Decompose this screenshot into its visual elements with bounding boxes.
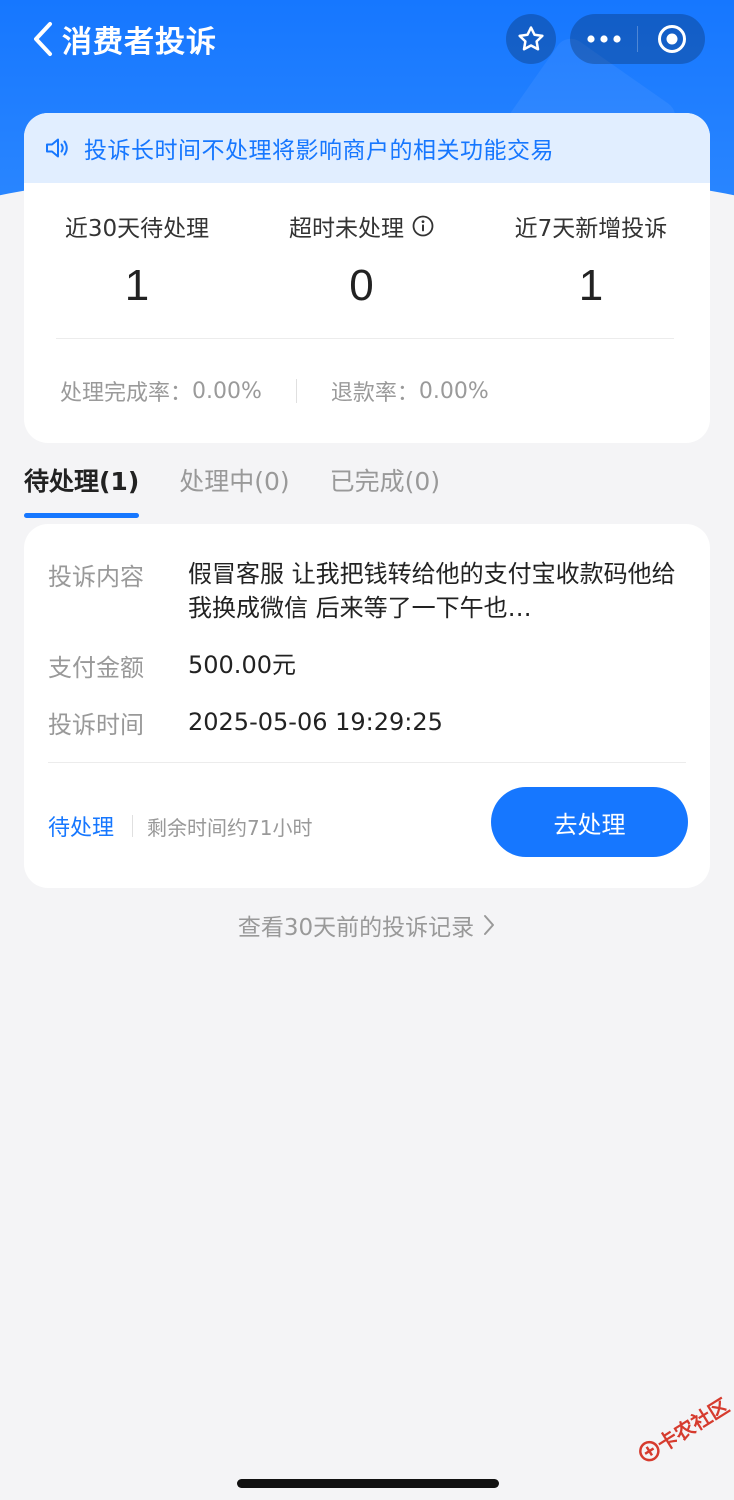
more-dots-icon <box>586 35 621 43</box>
stats-card: 投诉长时间不处理将影响商户的相关功能交易 近30天待处理 1 超时未处理 0 近… <box>24 113 710 443</box>
chevron-left-icon <box>34 22 52 56</box>
speaker-icon <box>46 138 68 158</box>
stat-label-row: 超时未处理 <box>279 209 444 243</box>
complaint-card[interactable]: 投诉内容 假冒客服 让我把钱转给他的支付宝收款码他给我换成微信 后来等了一下午也… <box>24 524 710 888</box>
completion-rate-label: 处理完成率： <box>60 381 193 406</box>
target-close-icon <box>657 25 686 53</box>
content-value: 假冒客服 让我把钱转给他的支付宝收款码他给我换成微信 后来等了一下午也… <box>188 560 676 622</box>
divider <box>132 815 134 837</box>
divider <box>48 762 686 763</box>
time-value: 2025-05-06 19:29:25 <box>188 708 443 736</box>
close-button[interactable] <box>638 14 705 64</box>
refund-rate-value: 0.00% <box>418 378 489 404</box>
mini-program-capsule <box>570 14 705 64</box>
tab-processing[interactable]: 处理中(0) <box>179 462 289 512</box>
divider <box>295 379 297 403</box>
amount-label: 支付金额 <box>48 654 144 682</box>
notice-bar: 投诉长时间不处理将影响商户的相关功能交易 <box>24 113 710 183</box>
stat-value: 0 <box>349 261 374 310</box>
tab-bar: 待处理(1) 处理中(0) 已完成(0) <box>24 462 480 518</box>
stat-value: 1 <box>578 261 604 310</box>
process-button[interactable]: 去处理 <box>491 787 688 857</box>
content-row: 投诉内容 假冒客服 让我把钱转给他的支付宝收款码他给我换成微信 后来等了一下午也… <box>48 557 678 625</box>
tab-pending[interactable]: 待处理(1) <box>24 462 140 518</box>
chevron-right-icon <box>484 915 495 935</box>
notice-text: 投诉长时间不处理将影响商户的相关功能交易 <box>84 138 554 164</box>
back-button[interactable]: 消费者投诉 <box>30 14 217 64</box>
watermark: 卡农社区 <box>632 1390 734 1469</box>
divider <box>56 338 674 339</box>
stat-new-7d: 近7天新增投诉 1 <box>506 209 676 311</box>
refund-rate-label: 退款率： <box>330 381 419 406</box>
rates-row: 处理完成率： 0.00% 退款率： 0.00% <box>60 375 489 407</box>
status-text: 待处理 <box>48 816 115 841</box>
completion-rate-value: 0.00% <box>192 378 262 404</box>
info-icon[interactable] <box>412 215 434 237</box>
favorite-button[interactable] <box>506 14 556 64</box>
tab-completed[interactable]: 已完成(0) <box>330 462 440 512</box>
amount-value: 500.00元 <box>188 651 296 679</box>
page-title: 消费者投诉 <box>62 25 217 60</box>
more-button[interactable] <box>570 14 637 64</box>
stat-label: 近30天待处理 <box>64 216 210 242</box>
status-row: 待处理 剩余时间约71小时 <box>48 810 312 842</box>
stat-label: 超时未处理 <box>289 216 404 242</box>
stat-overdue: 超时未处理 0 <box>279 209 444 311</box>
remaining-time: 剩余时间约71小时 <box>147 815 313 840</box>
nav-bar: 消费者投诉 <box>0 0 734 80</box>
time-row: 投诉时间 2025-05-06 19:29:25 <box>48 705 678 740</box>
history-link-text: 查看30天前的投诉记录 <box>237 915 475 941</box>
stat-pending-30d: 近30天待处理 1 <box>57 209 217 311</box>
watermark-text: 卡农社区 <box>652 1393 734 1457</box>
stat-label: 近7天新增投诉 <box>514 216 668 242</box>
stat-value: 1 <box>124 261 150 310</box>
star-icon <box>518 26 544 51</box>
content-label: 投诉内容 <box>48 563 144 591</box>
amount-row: 支付金额 500.00元 <box>48 648 678 683</box>
home-indicator[interactable] <box>237 1479 499 1488</box>
time-label: 投诉时间 <box>48 711 144 739</box>
history-link[interactable]: 查看30天前的投诉记录 <box>0 908 734 942</box>
